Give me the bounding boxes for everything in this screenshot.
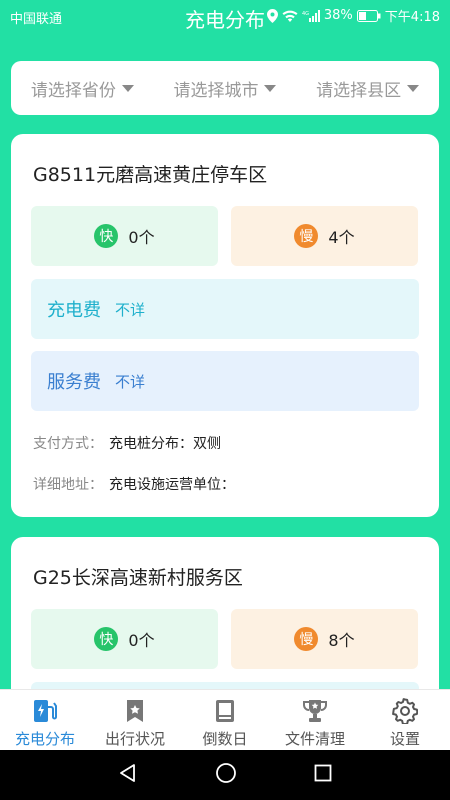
gear-icon [392, 698, 418, 724]
slow-badge-icon: 慢 [294, 627, 319, 651]
wifi-icon [282, 10, 298, 22]
nav-item-settings[interactable]: 设置 [360, 690, 450, 750]
bottom-nav: 充电分布 出行状况 倒数日 文件清理 设置 [0, 689, 450, 750]
nav-item-label: 文件清理 [284, 730, 345, 748]
station-name: G8511元磨高速黄庄停车区 [33, 164, 268, 186]
slow-charger-count: 慢 8个 [231, 609, 418, 669]
fast-badge-icon: 快 [94, 627, 119, 651]
fast-charger-count: 快 0个 [31, 206, 218, 266]
nav-item-charging-map[interactable]: 充电分布 [0, 690, 90, 750]
trophy-icon [301, 698, 329, 724]
charge-fee-box: 充电费 不详 [31, 279, 419, 339]
service-fee-value: 不详 [115, 372, 146, 391]
nav-item-label: 倒数日 [202, 730, 248, 748]
status-icons: 4G 38% 下午4:18 [266, 6, 440, 25]
address-label: 详细地址： [33, 477, 103, 493]
back-icon[interactable] [118, 763, 138, 787]
ev-charger-icon [31, 698, 59, 724]
caret-down-icon [264, 84, 277, 92]
charge-fee-label: 充电费 [47, 300, 101, 321]
city-select-label: 请选择城市 [173, 80, 259, 101]
battery-icon [356, 9, 381, 22]
fast-charger-count: 快 0个 [31, 609, 218, 669]
signal-icon: 4G [302, 9, 320, 22]
bookmark-star-icon [122, 698, 148, 724]
fast-badge-icon: 快 [94, 224, 119, 248]
service-fee-box: 服务费 不详 [31, 351, 419, 411]
home-icon[interactable] [215, 762, 237, 788]
slow-count-value: 8个 [328, 631, 355, 650]
station-card[interactable]: G8511元磨高速黄庄停车区 快 0个 慢 4个 充电费 不详 服务费 不详 支… [11, 134, 439, 517]
district-select[interactable]: 请选择县区 [316, 76, 420, 101]
district-select-label: 请选择县区 [316, 80, 402, 101]
location-icon [266, 8, 278, 23]
operator: 充电设施运营单位： [109, 477, 235, 493]
status-bar: 中国联通 充电分布 4G 38% 下午4:18 [0, 0, 450, 34]
slow-badge-icon: 慢 [294, 224, 319, 248]
caret-down-icon [407, 84, 420, 92]
station-name: G25长深高速新村服务区 [33, 567, 243, 589]
city-select[interactable]: 请选择城市 [173, 76, 277, 101]
nav-item-label: 充电分布 [14, 730, 75, 748]
payment-row: 支付方式： 充电桩分布：双侧 [33, 433, 221, 453]
nav-item-countdown[interactable]: 倒数日 [180, 690, 270, 750]
fast-count-value: 0个 [128, 228, 155, 247]
charge-fee-value: 不详 [115, 300, 146, 319]
slow-charger-count: 慢 4个 [231, 206, 418, 266]
payment-label: 支付方式： [33, 436, 103, 452]
clock: 下午4:18 [384, 10, 440, 25]
calendar-book-icon [212, 698, 238, 724]
nav-item-travel-status[interactable]: 出行状况 [90, 690, 180, 750]
address-row: 详细地址： 充电设施运营单位： [33, 474, 235, 494]
province-select[interactable]: 请选择省份 [31, 76, 134, 101]
nav-item-file-cleanup[interactable]: 文件清理 [270, 690, 360, 750]
nav-item-label: 出行状况 [104, 730, 165, 748]
caret-down-icon [121, 84, 134, 92]
system-nav-bar [0, 750, 450, 800]
nav-item-label: 设置 [389, 730, 420, 748]
fast-count-value: 0个 [128, 631, 155, 650]
service-fee-label: 服务费 [47, 372, 101, 393]
region-filter-bar: 请选择省份 请选择城市 请选择县区 [11, 61, 439, 115]
slow-count-value: 4个 [328, 228, 355, 247]
pile-distribution: 充电桩分布：双侧 [109, 436, 221, 452]
recents-icon[interactable] [314, 764, 332, 786]
province-select-label: 请选择省份 [30, 80, 116, 101]
svg-text:4G: 4G [302, 11, 309, 17]
battery-percent: 38% [323, 8, 353, 23]
